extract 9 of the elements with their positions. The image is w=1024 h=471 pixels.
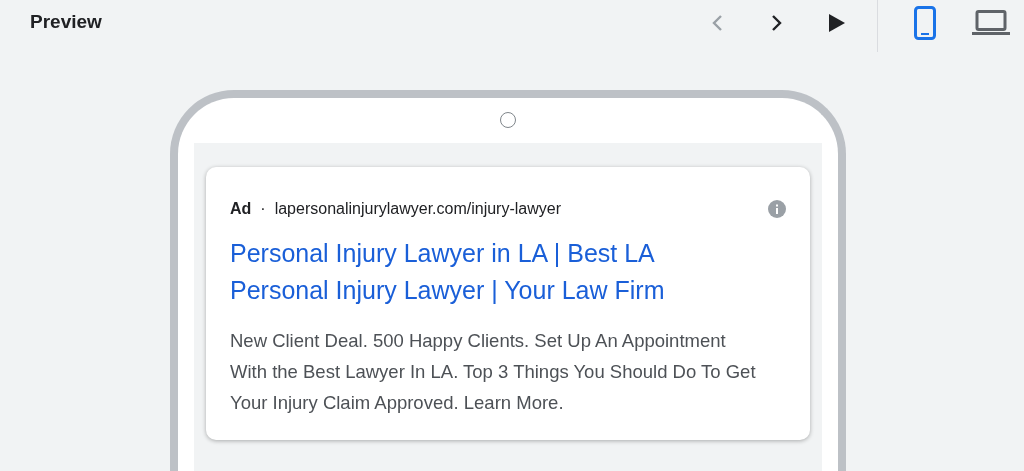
phone-icon (914, 5, 936, 40)
separator-dot: · (260, 199, 266, 219)
ad-headline-link[interactable]: Personal Injury Lawyer in LA | Best LA Personal Injury Lawyer | Your Law Firm (230, 235, 786, 309)
laptop-icon (972, 9, 1010, 36)
ad-url: lapersonalinjurylawyer.com/injury-lawyer (274, 199, 561, 219)
info-icon[interactable] (768, 200, 786, 218)
ad-label: Ad (230, 199, 252, 219)
ad-description: New Client Deal. 500 Happy Clients. Set Up An Appointment With the Best Lawyer In LA. Top 3 Things You Should Do To Get Your Injury Claim Approved. Learn More. (230, 329, 757, 415)
preview-title: Preview (30, 10, 102, 35)
